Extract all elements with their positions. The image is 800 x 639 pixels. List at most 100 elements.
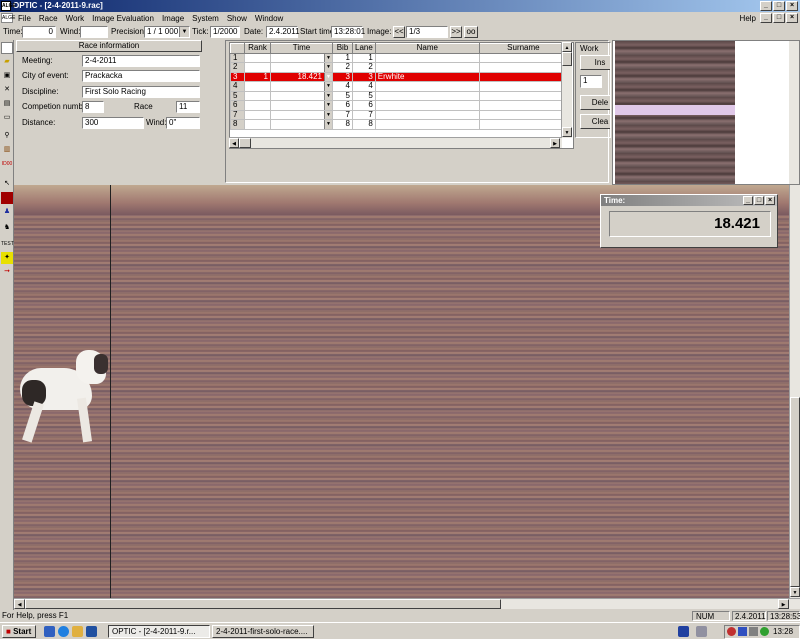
bib-cell[interactable]: 7 (332, 109, 353, 120)
lane-cell[interactable]: 6 (352, 100, 376, 111)
name-cell[interactable] (374, 100, 480, 111)
person-icon[interactable]: ♟ (1, 206, 13, 218)
table-row[interactable]: 4 ▼ 4 4 (230, 81, 569, 92)
time-cell[interactable]: ▼ (270, 90, 333, 101)
timer-maximize-button[interactable]: □ (754, 196, 764, 205)
open-folder-icon[interactable]: ▰ (1, 56, 13, 68)
rank-cell[interactable] (244, 100, 271, 111)
image-horizontal-scrollbar[interactable]: ◀ ▶ (14, 598, 800, 609)
name-cell[interactable]: Erwhite (374, 71, 480, 82)
name-cell[interactable] (374, 81, 480, 92)
table-row[interactable]: 8 ▼ 8 8 (230, 119, 569, 130)
time-cell[interactable]: 18.421 ▼ (270, 71, 333, 82)
tray-status-icon[interactable] (760, 627, 769, 636)
lane-cell[interactable]: 8 (352, 119, 376, 130)
zoom-icon[interactable]: ⚲ (1, 130, 13, 142)
city-field[interactable]: Prackacka (82, 70, 200, 82)
delete-button[interactable]: Dele (580, 95, 610, 110)
tray-security-icon[interactable] (727, 627, 736, 636)
arrow-right-icon[interactable]: ➞ (1, 266, 13, 278)
tick-field[interactable]: 1/2000 (210, 26, 240, 38)
hscroll-thumb[interactable] (239, 138, 251, 148)
volume-icon[interactable] (749, 627, 758, 636)
menu-show[interactable]: Show (223, 14, 251, 23)
scroll-up-icon[interactable]: ▲ (562, 42, 572, 52)
grid-vertical-scrollbar[interactable]: ▲ ▼ (561, 42, 572, 138)
chevron-down-icon[interactable]: ▼ (324, 72, 332, 81)
image-hscroll-thumb[interactable] (25, 599, 501, 609)
maximize-button[interactable]: □ (773, 1, 785, 11)
surname-cell[interactable] (478, 109, 569, 120)
time-window-titlebar[interactable]: Time: _ □ × (601, 195, 777, 206)
time-cell[interactable]: ▼ (270, 81, 333, 92)
bib-cell[interactable]: 2 (332, 62, 353, 73)
name-cell[interactable] (374, 119, 480, 130)
chevron-down-icon[interactable]: ▼ (179, 27, 189, 37)
mdi-minimize-button[interactable]: _ (760, 13, 772, 23)
table-row[interactable]: 6 ▼ 6 6 (230, 100, 569, 111)
chevron-down-icon[interactable]: ▼ (324, 101, 332, 110)
menu-system[interactable]: System (188, 14, 223, 23)
minimize-button[interactable]: _ (760, 1, 772, 11)
thumbnail-scrollbar[interactable] (789, 41, 799, 184)
chevron-down-icon[interactable]: ▼ (324, 110, 332, 119)
pointer-icon[interactable]: ↖ (1, 178, 13, 190)
bib-cell[interactable]: 8 (332, 119, 353, 130)
time-cell[interactable]: ▼ (270, 100, 333, 111)
chevron-down-icon[interactable]: ▼ (324, 63, 332, 72)
taskbar-document-button[interactable]: 2-4-2011-first-solo-race.... (212, 625, 314, 638)
surname-cell[interactable] (478, 100, 569, 111)
lane-cell[interactable]: 7 (352, 109, 376, 120)
time-cell[interactable]: ▼ (270, 119, 333, 130)
bib-cell[interactable]: 3 (332, 71, 353, 82)
surname-cell[interactable] (478, 81, 569, 92)
print-icon[interactable]: ▤ (1, 98, 13, 110)
menu-image-evaluation[interactable]: Image Evaluation (88, 14, 158, 23)
image-scroll-right-icon[interactable]: ▶ (778, 599, 789, 609)
timer-close-button[interactable]: × (765, 196, 775, 205)
competition-field[interactable]: 8 (82, 101, 104, 113)
discipline-field[interactable]: First Solo Racing (82, 86, 200, 98)
red-block-icon[interactable] (1, 192, 13, 204)
save-icon[interactable]: ▣ (1, 70, 13, 82)
chevron-down-icon[interactable]: ▼ (324, 53, 332, 62)
menu-image[interactable]: Image (158, 14, 188, 23)
time-window[interactable]: Time: _ □ × 18.421 (600, 194, 778, 248)
menu-window[interactable]: Window (251, 14, 287, 23)
scroll-down-icon[interactable]: ▼ (562, 127, 572, 137)
tray-app-icon[interactable] (738, 627, 747, 636)
chevron-down-icon[interactable]: ▼ (324, 82, 332, 91)
spinner-field[interactable]: 1 (580, 75, 602, 88)
time-cell[interactable]: ▼ (270, 52, 333, 63)
document-icon[interactable]: ALGE (1, 13, 15, 23)
mdi-restore-button[interactable]: □ (773, 13, 785, 23)
name-cell[interactable] (374, 62, 480, 73)
next-image-button[interactable]: >> (450, 26, 462, 38)
race-information-header[interactable]: Race information (16, 40, 202, 52)
app-icon[interactable]: ALGE (1, 1, 16, 11)
surname-cell[interactable] (478, 119, 569, 130)
prev-image-button[interactable]: << (393, 26, 405, 38)
tray-network-icon[interactable] (678, 626, 689, 637)
insert-button[interactable]: Ins (580, 55, 610, 70)
rank-cell[interactable] (244, 52, 271, 63)
new-document-icon[interactable] (1, 42, 13, 54)
image-vertical-scrollbar[interactable]: ▼ (789, 185, 800, 598)
wind-field[interactable] (80, 26, 108, 38)
rank-cell[interactable] (244, 109, 271, 120)
time-field[interactable]: 0 (22, 26, 56, 38)
chevron-down-icon[interactable]: ▼ (324, 120, 332, 129)
chevron-down-icon[interactable]: ▼ (324, 91, 332, 100)
grid-horizontal-scrollbar[interactable]: ◀ ▶ (229, 137, 562, 148)
table-row[interactable]: 3 1 18.421 ▼ 3 3 Erwhite (230, 71, 569, 82)
test-icon[interactable]: TEST (1, 238, 14, 250)
delete-icon[interactable]: ✕ (1, 84, 13, 96)
timer-minimize-button[interactable]: _ (743, 196, 753, 205)
table-row[interactable]: 5 ▼ 5 5 (230, 90, 569, 101)
scroll-left-icon[interactable]: ◀ (229, 138, 239, 148)
distance-field[interactable]: 300 (82, 117, 144, 129)
image-field[interactable]: 1/3 (406, 26, 448, 38)
column-header-surname[interactable]: Surname (478, 43, 569, 54)
show-desktop-icon[interactable] (44, 626, 55, 637)
menu-work[interactable]: Work (62, 14, 89, 23)
